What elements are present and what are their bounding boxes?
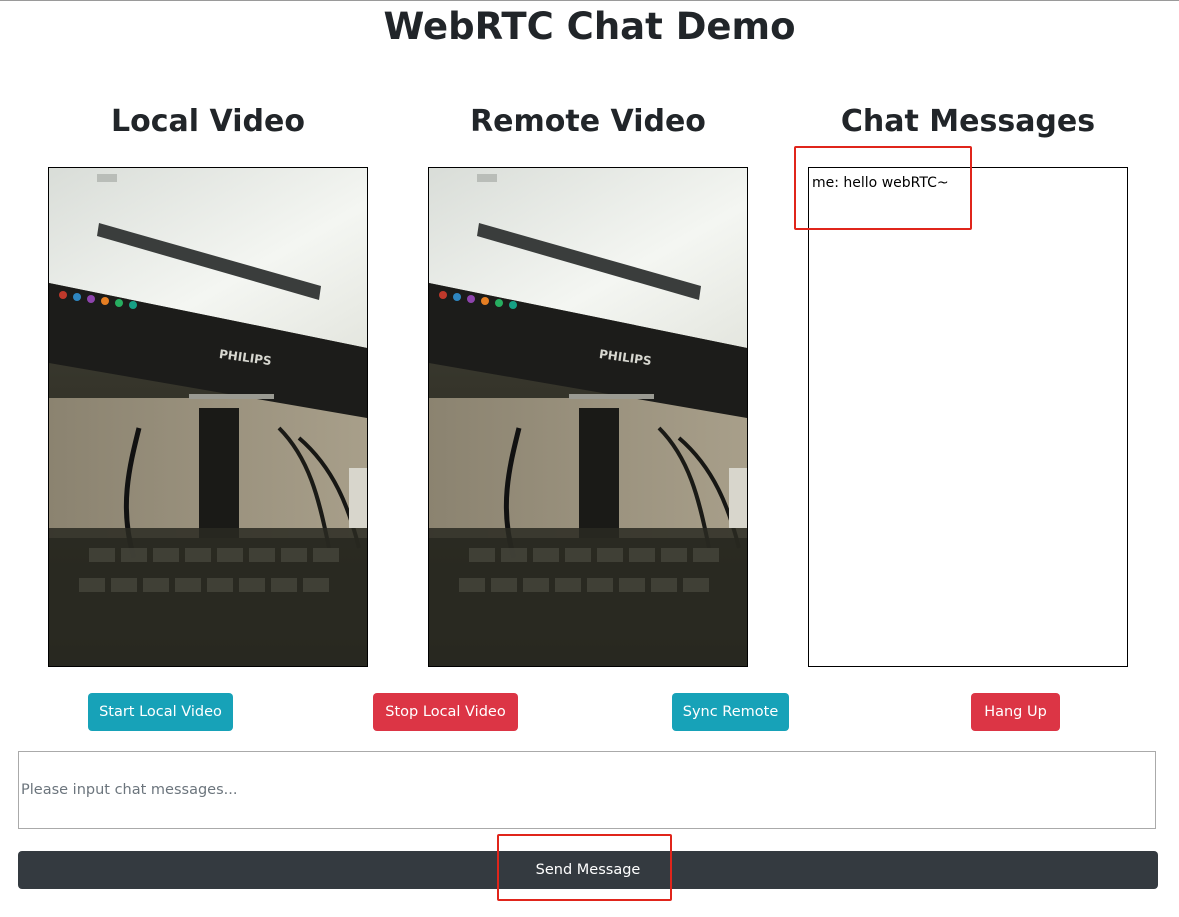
remote-video-frame: PHILIPS: [429, 168, 747, 666]
chat-messages-box[interactable]: me: hello webRTC~: [808, 167, 1128, 667]
local-video-frame: PHILIPS: [49, 168, 367, 666]
remote-video-heading: Remote Video: [470, 104, 706, 139]
start-local-video-button[interactable]: Start Local Video: [88, 693, 233, 731]
chat-messages-heading: Chat Messages: [840, 104, 1096, 139]
remote-video[interactable]: PHILIPS: [428, 167, 748, 667]
top-border: [0, 0, 1179, 1]
send-message-button[interactable]: Send Message: [18, 851, 1158, 889]
chat-message: me: hello webRTC~: [812, 175, 949, 191]
stop-local-video-button[interactable]: Stop Local Video: [373, 693, 518, 731]
hang-up-button[interactable]: Hang Up: [971, 693, 1060, 731]
sync-remote-button[interactable]: Sync Remote: [672, 693, 789, 731]
chat-input[interactable]: [18, 751, 1156, 829]
local-video-heading: Local Video: [111, 104, 305, 139]
local-video[interactable]: PHILIPS: [48, 167, 368, 667]
page-title: WebRTC Chat Demo: [383, 5, 796, 48]
